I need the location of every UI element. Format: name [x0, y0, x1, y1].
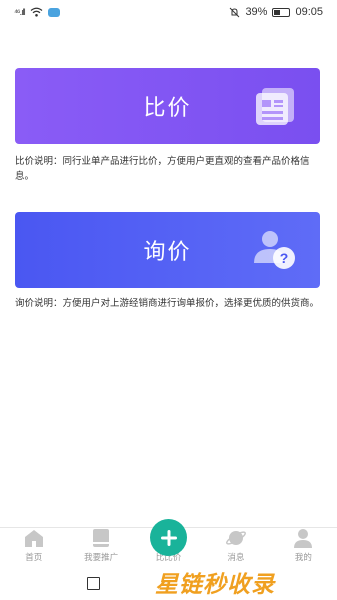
nav-profile-label: 我的 [294, 552, 312, 562]
status-bar: ⁴⁶.ıll 39% 09:05 [0, 0, 337, 24]
nav-home-label: 首页 [25, 552, 43, 562]
inquiry-description: 询价说明：方便用户对上游经销商进行询单报价，选择更优质的供货商。 [15, 298, 320, 309]
wifi-icon [30, 7, 42, 17]
signal-icon: ⁴⁶.ıll [14, 7, 26, 17]
compare-card-title: 比价 [143, 95, 192, 120]
screen: ⁴⁶.ıll 39% 09:05 比价 比价说明：同行业单产品进行比价，方便用户… [0, 0, 337, 600]
book-icon [93, 529, 110, 547]
inquiry-card-title: 询价 [143, 239, 192, 264]
planet-icon [225, 531, 246, 545]
compare-price-card[interactable]: 比价 [15, 68, 320, 144]
status-left: ⁴⁶.ıll [14, 7, 60, 17]
nav-profile[interactable]: 我的 [270, 528, 337, 567]
person-icon [294, 529, 313, 548]
user-question-icon: ? [254, 231, 295, 269]
status-right: 39% 09:05 [229, 6, 323, 18]
watermark: 星链秒收录 [155, 572, 275, 598]
nav-home[interactable]: 首页 [0, 528, 67, 567]
inquiry-price-card[interactable]: 询价 ? [15, 212, 320, 288]
app-notification-icon [47, 7, 60, 17]
system-recent-apps-button[interactable] [87, 577, 100, 590]
nav-messages[interactable]: 消息 [202, 528, 269, 567]
home-icon [24, 530, 43, 547]
compare-description: 比价说明：同行业单产品进行比价，方便用户更直观的查看产品价格信息。 [15, 156, 310, 182]
nav-promote[interactable]: 我要推广 [67, 528, 134, 567]
clock: 09:05 [295, 6, 323, 18]
battery-percent: 39% [245, 6, 268, 18]
nav-messages-label: 消息 [227, 552, 245, 562]
svg-text:?: ? [280, 250, 289, 266]
nav-promote-label: 我要推广 [84, 552, 119, 562]
add-button[interactable] [150, 519, 187, 556]
document-list-icon [256, 88, 294, 125]
battery-icon [272, 7, 291, 17]
plus-icon [160, 529, 177, 546]
mute-icon [230, 7, 240, 17]
